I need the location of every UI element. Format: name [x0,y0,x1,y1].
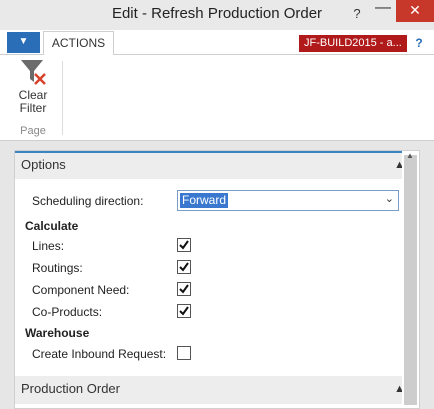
fasttab-production-order-header[interactable]: Production Order ▲ [15,376,419,404]
ribbon-help-icon[interactable]: ? [410,35,428,52]
fasttab-options-header[interactable]: Options ▲ [15,151,419,179]
create-inbound-request-label: Create Inbound Request: [32,347,167,361]
request-page-content: Options ▲ Scheduling direction: Forward … [14,150,420,409]
title-bar: Edit - Refresh Production Order ? — ✕ [0,0,434,30]
ribbon-group-divider [62,61,63,135]
company-badge[interactable]: JF-BUILD2015 - a... [299,35,407,52]
calculate-section-title: Calculate [25,219,79,233]
component-need-checkbox[interactable] [177,282,191,296]
scrollbar-thumb[interactable] [404,155,417,405]
tab-actions[interactable]: ACTIONS [43,31,114,56]
ribbon-body: Clear Filter Page [0,55,434,141]
create-inbound-request-checkbox[interactable] [177,346,191,360]
scroll-up-arrow-icon[interactable]: ▲ [406,151,414,160]
co-products-checkbox[interactable] [177,304,191,318]
fasttab-options-title: Options [21,157,66,172]
lines-label: Lines: [32,239,65,253]
clear-filter-button[interactable]: Clear Filter [10,57,56,123]
app-menu-button[interactable]: ▼ [7,32,40,53]
scheduling-direction-value: Forward [180,193,229,208]
checkmark-icon [179,262,189,272]
close-button[interactable]: ✕ [396,0,434,22]
co-products-label: Co-Products: [32,305,103,319]
clear-filter-icon [21,60,46,85]
minimize-button[interactable]: — [373,0,393,20]
lines-checkbox[interactable] [177,238,191,252]
checkmark-icon [179,306,189,316]
ribbon-group-label: Page [20,125,46,137]
scheduling-direction-label: Scheduling direction: [32,194,144,208]
routings-label: Routings: [32,261,83,275]
scheduling-direction-select[interactable]: Forward ⌄ [177,190,399,211]
fasttab-production-order-title: Production Order [21,381,120,396]
warehouse-section-title: Warehouse [25,326,90,340]
chevron-down-icon: ▼ [18,36,29,47]
window-title: Edit - Refresh Production Order [111,5,323,22]
clear-filter-label-2: Filter [19,101,47,115]
component-need-label: Component Need: [32,283,130,297]
routings-checkbox[interactable] [177,260,191,274]
vertical-scrollbar[interactable]: ▲ [402,151,419,408]
checkmark-icon [179,284,189,294]
help-button[interactable]: ? [347,4,367,26]
ribbon-tab-bar: ▼ ACTIONS JF-BUILD2015 - a... ? [0,30,434,56]
chevron-down-icon: ⌄ [384,193,394,205]
checkmark-icon [179,240,189,250]
